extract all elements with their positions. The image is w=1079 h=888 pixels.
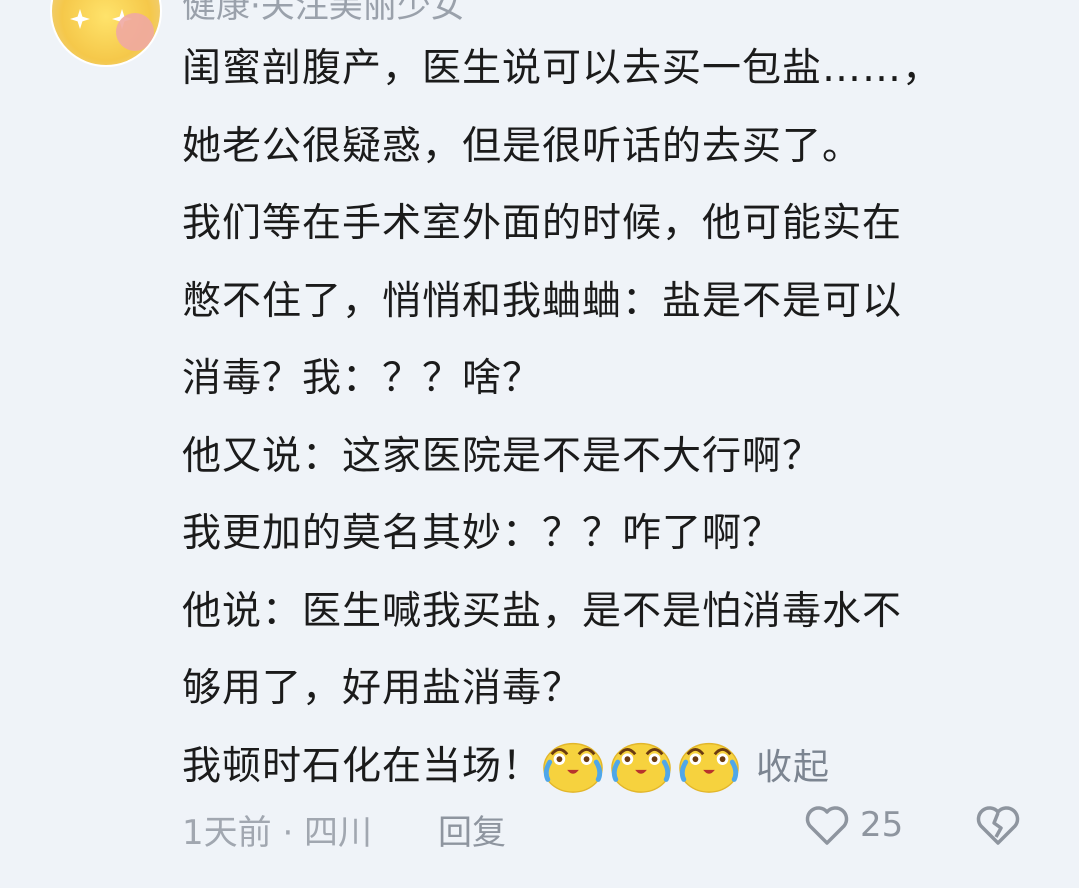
comment-line: 我们等在手术室外面的时候，他可能实在 [182,201,903,246]
collapse-button[interactable]: 收起 [756,747,830,788]
comment-line: 闺蜜剖腹产，医生说可以去买一包盐……， [182,46,943,91]
comment-line: 她老公很疑惑，但是很听话的去买了。 [182,123,863,169]
comment-line: 我顿时石化在当场！ [182,743,543,789]
heart-outline-icon [805,806,849,845]
like-count: 25 [860,805,904,845]
avatar-badge [116,13,154,51]
comment-line: 够用了，好用盐消毒？ [182,666,583,711]
comment-line: 他又说：这家医院是不是不大行啊？ [182,433,823,479]
comment-author[interactable]: 健康·关注美丽少女 [182,0,465,27]
crying-laughing-emoji-icon [611,742,671,793]
like-button[interactable]: 25 [804,803,903,847]
comment-line: 消毒？我：？？啥？ [182,356,543,401]
star-eye-icon [70,9,90,29]
crying-laughing-emoji-icon [679,742,739,793]
reply-button[interactable]: 回复 [438,805,506,854]
comment-line: 憋不住了，悄悄和我蛐蛐：盐是不是可以 [182,278,903,324]
comment-item: 健康·关注美丽少女 闺蜜剖腹产，医生说可以去买一包盐……， 她老公很疑惑，但是很… [0,0,1079,888]
comment-time-location: 1天前 · 四川 [182,813,373,853]
comment-line: 我更加的莫名其妙：？？咋了啊？ [182,511,783,556]
comment-text: 闺蜜剖腹产，医生说可以去买一包盐……， 她老公很疑惑，但是很听话的去买了。 我们… [182,30,1012,805]
comment-line: 他说：医生喊我买盐，是不是怕消毒水不 [182,588,903,634]
dislike-button[interactable] [974,803,1022,856]
crying-laughing-emoji-icon [543,742,603,793]
broken-heart-icon [976,806,1020,845]
comment-footer: 1天前 · 四川 回复 25 [182,805,1042,855]
comment-last-line: 我顿时石化在当场！ 收起 [182,728,1012,806]
avatar[interactable] [50,0,162,67]
